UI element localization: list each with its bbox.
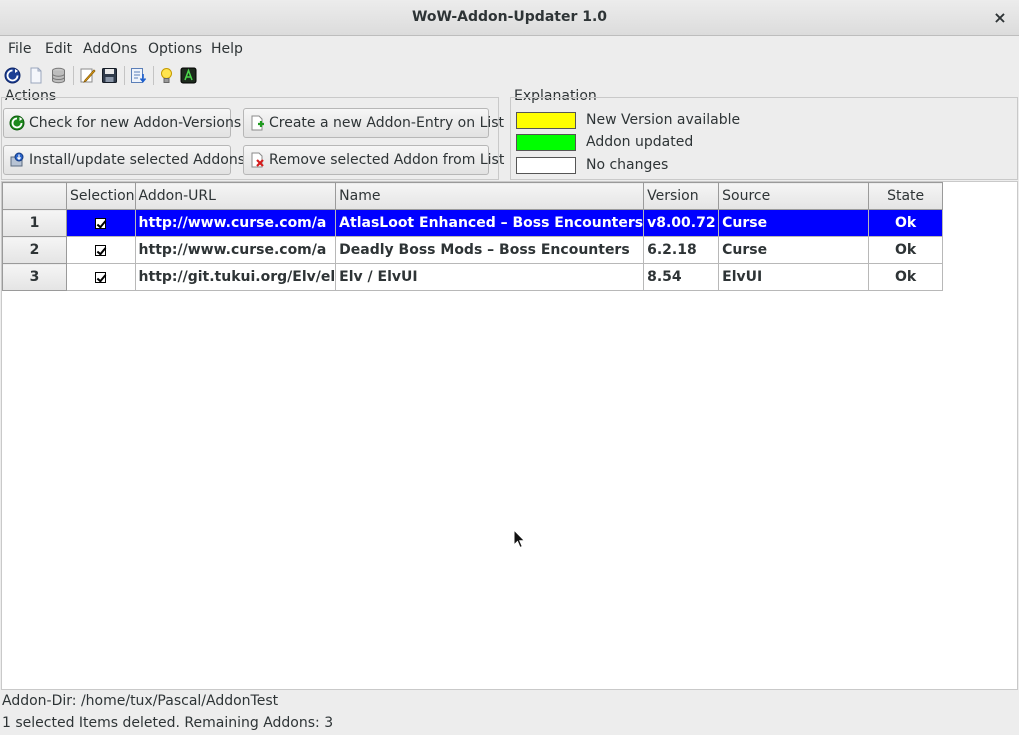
- column-header-source[interactable]: Source: [718, 182, 870, 210]
- title-bar: WoW-Addon-Updater 1.0 ×: [0, 0, 1019, 36]
- corner-header: [2, 182, 67, 210]
- new-document-icon[interactable]: [27, 67, 44, 84]
- addon-grid[interactable]: Selection Addon-URL Name Version Source …: [1, 181, 1018, 690]
- check-versions-button[interactable]: Check for new Addon-Versions: [3, 108, 241, 138]
- selection-checkbox[interactable]: [95, 217, 107, 229]
- addon-dir-status: Addon-Dir: /home/tux/Pascal/AddonTest: [2, 693, 279, 709]
- install-icon: [10, 152, 24, 167]
- create-entry-label: Create a new Addon-Entry on List: [269, 115, 505, 131]
- toolbar-separator: [124, 66, 125, 85]
- menu-file[interactable]: File: [8, 41, 31, 57]
- column-header-name[interactable]: Name: [335, 182, 645, 210]
- column-header-selection[interactable]: Selection: [66, 182, 136, 210]
- url-cell[interactable]: http://www.curse.com/a: [134, 209, 337, 237]
- url-cell[interactable]: http://www.curse.com/a: [134, 236, 337, 264]
- row-number[interactable]: 1: [2, 209, 67, 237]
- column-header-version[interactable]: Version: [643, 182, 720, 210]
- status-message: 1 selected Items deleted. Remaining Addo…: [2, 715, 334, 731]
- column-header-url[interactable]: Addon-URL: [134, 182, 337, 210]
- source-cell[interactable]: Curse: [718, 236, 870, 264]
- install-update-label: Install/update selected Addons: [29, 152, 246, 168]
- row-number[interactable]: 2: [2, 236, 67, 264]
- selection-cell[interactable]: [66, 236, 136, 264]
- version-cell[interactable]: v8.00.72: [643, 209, 720, 237]
- install-update-button[interactable]: Install/update selected Addons: [3, 145, 245, 175]
- selection-checkbox[interactable]: [95, 271, 107, 283]
- version-cell[interactable]: 6.2.18: [643, 236, 720, 264]
- lightbulb-icon[interactable]: [158, 67, 175, 84]
- table-row[interactable]: 2 http://www.curse.com/a Deadly Boss Mod…: [2, 236, 944, 264]
- remove-document-icon: [251, 152, 264, 168]
- check-versions-label: Check for new Addon-Versions: [29, 115, 242, 131]
- source-cell[interactable]: Curse: [718, 209, 870, 237]
- close-button[interactable]: ×: [989, 7, 1011, 29]
- create-entry-button[interactable]: Create a new Addon-Entry on List: [243, 108, 504, 138]
- menu-addons[interactable]: AddOns: [83, 41, 137, 57]
- updated-label: Addon updated: [586, 134, 694, 150]
- remove-addon-label: Remove selected Addon from List: [269, 152, 505, 168]
- selection-checkbox[interactable]: [95, 244, 107, 256]
- version-cell[interactable]: 8.54: [643, 263, 720, 291]
- no-changes-swatch: [516, 157, 576, 174]
- new-version-label: New Version available: [586, 112, 741, 128]
- toolbar-separator: [73, 66, 74, 85]
- import-icon[interactable]: [130, 67, 147, 84]
- selection-cell[interactable]: [66, 209, 136, 237]
- menu-edit[interactable]: Edit: [45, 41, 72, 57]
- toolbar-separator: [153, 66, 154, 85]
- edit-icon[interactable]: [79, 67, 96, 84]
- name-cell[interactable]: Elv / ElvUI: [335, 263, 645, 291]
- name-cell[interactable]: Deadly Boss Mods – Boss Encounters: [335, 236, 645, 264]
- selection-cell[interactable]: [66, 263, 136, 291]
- state-cell[interactable]: Ok: [868, 263, 944, 291]
- no-changes-label: No changes: [586, 157, 669, 173]
- window-title: WoW-Addon-Updater 1.0: [411, 9, 608, 25]
- mouse-cursor-icon: [513, 529, 526, 549]
- updated-swatch: [516, 134, 576, 151]
- terminal-icon[interactable]: [180, 67, 197, 84]
- save-icon[interactable]: [101, 67, 118, 84]
- menu-bar: File Edit AddOns Options Help: [0, 37, 1019, 63]
- url-cell[interactable]: http://git.tukui.org/Elv/el: [134, 263, 337, 291]
- remove-addon-button[interactable]: Remove selected Addon from List: [243, 145, 504, 175]
- state-cell[interactable]: Ok: [868, 209, 944, 237]
- refresh-icon: [9, 115, 25, 131]
- row-number[interactable]: 3: [2, 263, 67, 291]
- add-document-icon: [251, 115, 264, 131]
- name-cell[interactable]: AtlasLoot Enhanced – Boss Encounters: [335, 209, 645, 237]
- database-icon[interactable]: [50, 67, 67, 84]
- menu-help[interactable]: Help: [211, 41, 243, 57]
- table-row[interactable]: 3 http://git.tukui.org/Elv/el Elv / ElvU…: [2, 263, 944, 291]
- menu-options[interactable]: Options: [148, 41, 202, 57]
- column-header-state[interactable]: State: [868, 182, 944, 210]
- table-row[interactable]: 1 http://www.curse.com/a AtlasLoot Enhan…: [2, 209, 944, 237]
- toolbar: [0, 63, 1019, 89]
- refresh-icon[interactable]: [4, 67, 21, 84]
- state-cell[interactable]: Ok: [868, 236, 944, 264]
- addon-table: Selection Addon-URL Name Version Source …: [2, 182, 944, 291]
- source-cell[interactable]: ElvUI: [718, 263, 870, 291]
- new-version-swatch: [516, 112, 576, 129]
